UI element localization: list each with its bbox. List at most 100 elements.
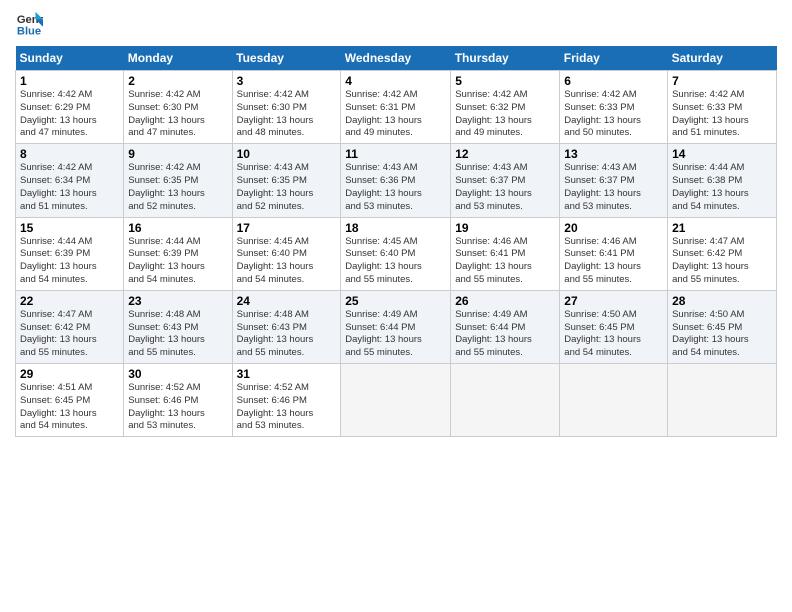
day-info: Sunrise: 4:42 AM Sunset: 6:34 PM Dayligh… <box>20 162 119 213</box>
day-number: 21 <box>672 221 772 235</box>
logo: General Blue <box>15 10 45 38</box>
day-info: Sunrise: 4:44 AM Sunset: 6:39 PM Dayligh… <box>20 236 119 287</box>
calendar-cell: 25Sunrise: 4:49 AM Sunset: 6:44 PM Dayli… <box>341 290 451 363</box>
day-info: Sunrise: 4:52 AM Sunset: 6:46 PM Dayligh… <box>128 382 227 433</box>
day-number: 15 <box>20 221 119 235</box>
day-number: 12 <box>455 147 555 161</box>
day-info: Sunrise: 4:48 AM Sunset: 6:43 PM Dayligh… <box>128 309 227 360</box>
day-info: Sunrise: 4:49 AM Sunset: 6:44 PM Dayligh… <box>455 309 555 360</box>
calendar-cell: 8Sunrise: 4:42 AM Sunset: 6:34 PM Daylig… <box>16 144 124 217</box>
calendar-cell: 21Sunrise: 4:47 AM Sunset: 6:42 PM Dayli… <box>668 217 777 290</box>
day-number: 28 <box>672 294 772 308</box>
calendar-cell: 13Sunrise: 4:43 AM Sunset: 6:37 PM Dayli… <box>560 144 668 217</box>
calendar-cell: 16Sunrise: 4:44 AM Sunset: 6:39 PM Dayli… <box>124 217 232 290</box>
day-number: 29 <box>20 367 119 381</box>
day-number: 1 <box>20 74 119 88</box>
day-number: 27 <box>564 294 663 308</box>
day-number: 25 <box>345 294 446 308</box>
day-number: 3 <box>237 74 337 88</box>
day-info: Sunrise: 4:52 AM Sunset: 6:46 PM Dayligh… <box>237 382 337 433</box>
day-info: Sunrise: 4:42 AM Sunset: 6:29 PM Dayligh… <box>20 89 119 140</box>
day-info: Sunrise: 4:43 AM Sunset: 6:35 PM Dayligh… <box>237 162 337 213</box>
day-number: 20 <box>564 221 663 235</box>
calendar-cell: 27Sunrise: 4:50 AM Sunset: 6:45 PM Dayli… <box>560 290 668 363</box>
calendar-cell: 15Sunrise: 4:44 AM Sunset: 6:39 PM Dayli… <box>16 217 124 290</box>
calendar-row-2: 8Sunrise: 4:42 AM Sunset: 6:34 PM Daylig… <box>16 144 777 217</box>
logo-icon: General Blue <box>15 10 43 38</box>
day-number: 4 <box>345 74 446 88</box>
calendar-cell: 9Sunrise: 4:42 AM Sunset: 6:35 PM Daylig… <box>124 144 232 217</box>
col-friday: Friday <box>560 46 668 71</box>
calendar-cell: 12Sunrise: 4:43 AM Sunset: 6:37 PM Dayli… <box>451 144 560 217</box>
day-info: Sunrise: 4:50 AM Sunset: 6:45 PM Dayligh… <box>564 309 663 360</box>
calendar-cell: 19Sunrise: 4:46 AM Sunset: 6:41 PM Dayli… <box>451 217 560 290</box>
calendar-header-row: Sunday Monday Tuesday Wednesday Thursday… <box>16 46 777 71</box>
day-info: Sunrise: 4:45 AM Sunset: 6:40 PM Dayligh… <box>237 236 337 287</box>
day-number: 5 <box>455 74 555 88</box>
day-info: Sunrise: 4:42 AM Sunset: 6:33 PM Dayligh… <box>564 89 663 140</box>
calendar-cell: 3Sunrise: 4:42 AM Sunset: 6:30 PM Daylig… <box>232 71 341 144</box>
day-number: 7 <box>672 74 772 88</box>
calendar-cell: 26Sunrise: 4:49 AM Sunset: 6:44 PM Dayli… <box>451 290 560 363</box>
calendar-cell: 18Sunrise: 4:45 AM Sunset: 6:40 PM Dayli… <box>341 217 451 290</box>
col-thursday: Thursday <box>451 46 560 71</box>
calendar-cell: 10Sunrise: 4:43 AM Sunset: 6:35 PM Dayli… <box>232 144 341 217</box>
day-info: Sunrise: 4:44 AM Sunset: 6:38 PM Dayligh… <box>672 162 772 213</box>
day-number: 31 <box>237 367 337 381</box>
day-info: Sunrise: 4:43 AM Sunset: 6:37 PM Dayligh… <box>564 162 663 213</box>
day-info: Sunrise: 4:49 AM Sunset: 6:44 PM Dayligh… <box>345 309 446 360</box>
day-number: 13 <box>564 147 663 161</box>
day-number: 30 <box>128 367 227 381</box>
calendar-cell: 14Sunrise: 4:44 AM Sunset: 6:38 PM Dayli… <box>668 144 777 217</box>
calendar-row-1: 1Sunrise: 4:42 AM Sunset: 6:29 PM Daylig… <box>16 71 777 144</box>
calendar-row-4: 22Sunrise: 4:47 AM Sunset: 6:42 PM Dayli… <box>16 290 777 363</box>
day-number: 9 <box>128 147 227 161</box>
calendar-row-3: 15Sunrise: 4:44 AM Sunset: 6:39 PM Dayli… <box>16 217 777 290</box>
col-saturday: Saturday <box>668 46 777 71</box>
day-info: Sunrise: 4:42 AM Sunset: 6:32 PM Dayligh… <box>455 89 555 140</box>
calendar-cell <box>451 364 560 437</box>
col-tuesday: Tuesday <box>232 46 341 71</box>
day-info: Sunrise: 4:50 AM Sunset: 6:45 PM Dayligh… <box>672 309 772 360</box>
calendar-cell: 23Sunrise: 4:48 AM Sunset: 6:43 PM Dayli… <box>124 290 232 363</box>
svg-text:Blue: Blue <box>17 25 41 37</box>
day-number: 14 <box>672 147 772 161</box>
calendar-cell: 5Sunrise: 4:42 AM Sunset: 6:32 PM Daylig… <box>451 71 560 144</box>
day-info: Sunrise: 4:42 AM Sunset: 6:35 PM Dayligh… <box>128 162 227 213</box>
day-info: Sunrise: 4:42 AM Sunset: 6:31 PM Dayligh… <box>345 89 446 140</box>
calendar-cell <box>560 364 668 437</box>
day-info: Sunrise: 4:48 AM Sunset: 6:43 PM Dayligh… <box>237 309 337 360</box>
calendar-cell: 29Sunrise: 4:51 AM Sunset: 6:45 PM Dayli… <box>16 364 124 437</box>
day-info: Sunrise: 4:43 AM Sunset: 6:37 PM Dayligh… <box>455 162 555 213</box>
day-number: 24 <box>237 294 337 308</box>
day-number: 11 <box>345 147 446 161</box>
calendar-cell: 17Sunrise: 4:45 AM Sunset: 6:40 PM Dayli… <box>232 217 341 290</box>
calendar-cell: 30Sunrise: 4:52 AM Sunset: 6:46 PM Dayli… <box>124 364 232 437</box>
calendar-cell <box>668 364 777 437</box>
day-info: Sunrise: 4:47 AM Sunset: 6:42 PM Dayligh… <box>20 309 119 360</box>
day-info: Sunrise: 4:43 AM Sunset: 6:36 PM Dayligh… <box>345 162 446 213</box>
day-info: Sunrise: 4:51 AM Sunset: 6:45 PM Dayligh… <box>20 382 119 433</box>
calendar-cell: 2Sunrise: 4:42 AM Sunset: 6:30 PM Daylig… <box>124 71 232 144</box>
calendar-cell: 20Sunrise: 4:46 AM Sunset: 6:41 PM Dayli… <box>560 217 668 290</box>
day-number: 19 <box>455 221 555 235</box>
day-info: Sunrise: 4:42 AM Sunset: 6:30 PM Dayligh… <box>237 89 337 140</box>
day-info: Sunrise: 4:46 AM Sunset: 6:41 PM Dayligh… <box>564 236 663 287</box>
calendar-cell: 11Sunrise: 4:43 AM Sunset: 6:36 PM Dayli… <box>341 144 451 217</box>
calendar-cell <box>341 364 451 437</box>
day-number: 10 <box>237 147 337 161</box>
calendar-cell: 6Sunrise: 4:42 AM Sunset: 6:33 PM Daylig… <box>560 71 668 144</box>
calendar-row-5: 29Sunrise: 4:51 AM Sunset: 6:45 PM Dayli… <box>16 364 777 437</box>
day-number: 26 <box>455 294 555 308</box>
calendar-cell: 31Sunrise: 4:52 AM Sunset: 6:46 PM Dayli… <box>232 364 341 437</box>
day-info: Sunrise: 4:42 AM Sunset: 6:33 PM Dayligh… <box>672 89 772 140</box>
col-sunday: Sunday <box>16 46 124 71</box>
calendar-cell: 1Sunrise: 4:42 AM Sunset: 6:29 PM Daylig… <box>16 71 124 144</box>
calendar-cell: 28Sunrise: 4:50 AM Sunset: 6:45 PM Dayli… <box>668 290 777 363</box>
day-info: Sunrise: 4:47 AM Sunset: 6:42 PM Dayligh… <box>672 236 772 287</box>
day-number: 8 <box>20 147 119 161</box>
day-info: Sunrise: 4:44 AM Sunset: 6:39 PM Dayligh… <box>128 236 227 287</box>
day-number: 18 <box>345 221 446 235</box>
calendar-cell: 22Sunrise: 4:47 AM Sunset: 6:42 PM Dayli… <box>16 290 124 363</box>
day-number: 22 <box>20 294 119 308</box>
